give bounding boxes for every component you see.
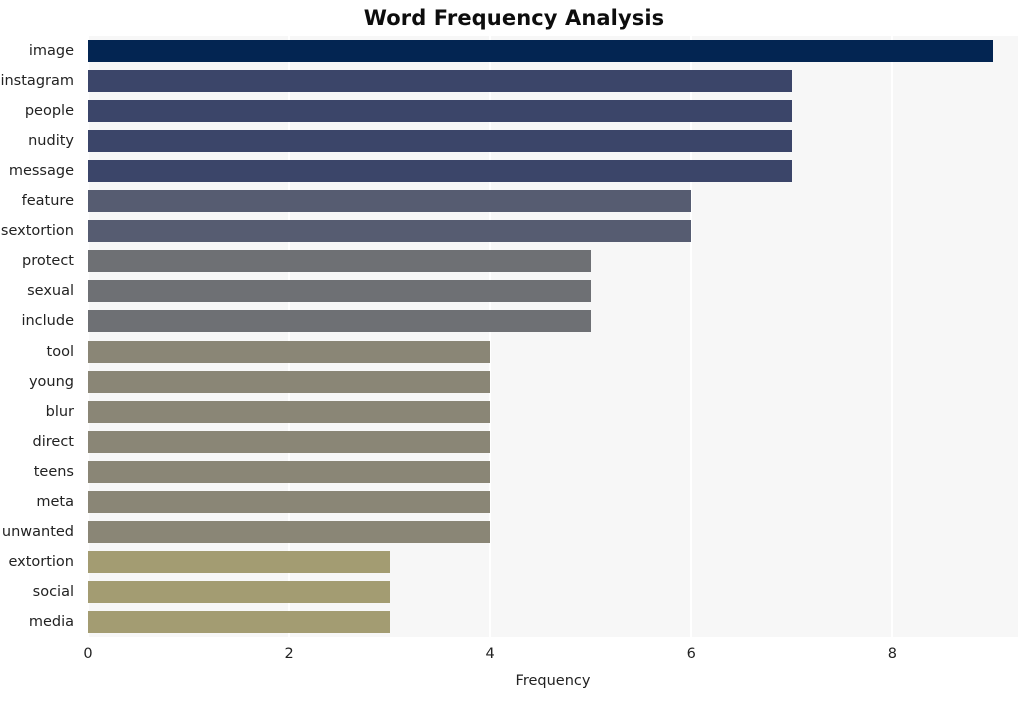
y-tick-label: social: [32, 583, 74, 600]
bar: [88, 280, 591, 303]
bar: [88, 370, 491, 393]
x-axis-label: Frequency: [515, 673, 591, 689]
y-tick-label: direct: [32, 433, 74, 450]
bar: [88, 550, 390, 573]
bar: [88, 70, 792, 93]
bar: [88, 430, 491, 453]
gridline-x-6: [690, 36, 693, 637]
y-tick-label: protect: [22, 253, 74, 270]
y-tick-label: nudity: [28, 133, 74, 150]
bar: [88, 400, 491, 423]
plot-area: [88, 36, 1018, 637]
y-tick-label: extortion: [8, 553, 74, 570]
gridline-x-8: [891, 36, 894, 637]
x-tick-label: 8: [887, 646, 897, 662]
y-tick-label: message: [8, 163, 74, 180]
y-tick-label: sexual: [27, 283, 74, 300]
x-tick-label: 6: [686, 646, 696, 662]
chart-figure: Word Frequency Analysis image instagram pe…: [0, 0, 1028, 701]
bar: [88, 190, 692, 213]
bar: [88, 610, 390, 633]
bar: [88, 580, 390, 603]
y-tick-label: tool: [46, 343, 74, 360]
y-tick-label: feature: [21, 193, 74, 210]
gridline-x-0: [88, 36, 89, 637]
bar: [88, 490, 491, 513]
bar: [88, 340, 491, 363]
y-tick-label: instagram: [0, 73, 74, 90]
y-tick-label: media: [28, 613, 74, 630]
y-axis-tick-labels: image instagram people nudity message feature…: [0, 36, 81, 637]
chart-title: Word Frequency Analysis: [363, 6, 665, 30]
bar: [88, 220, 692, 243]
bar: [88, 520, 491, 543]
bar: [88, 310, 591, 333]
bar: [88, 460, 491, 483]
bar: [88, 40, 993, 63]
y-tick-label: include: [21, 313, 74, 330]
gridline-x-2: [288, 36, 291, 637]
y-tick-label: sextortion: [0, 223, 74, 240]
x-tick-label: 0: [83, 646, 93, 662]
y-tick-label: meta: [36, 493, 74, 510]
gridline-x-4: [489, 36, 492, 637]
y-tick-label: blur: [45, 403, 74, 420]
bar: [88, 100, 792, 123]
bar: [88, 130, 792, 153]
x-tick-label: 2: [284, 646, 294, 662]
y-tick-label: people: [24, 103, 74, 120]
y-tick-label: young: [28, 373, 74, 390]
bar: [88, 160, 792, 183]
x-axis-tick-labels: 0 2 4 6 8: [0, 637, 1028, 667]
bar: [88, 250, 591, 273]
x-tick-label: 4: [485, 646, 495, 662]
y-tick-label: unwanted: [1, 523, 74, 540]
y-tick-label: teens: [33, 463, 74, 480]
y-tick-label: image: [28, 43, 74, 60]
